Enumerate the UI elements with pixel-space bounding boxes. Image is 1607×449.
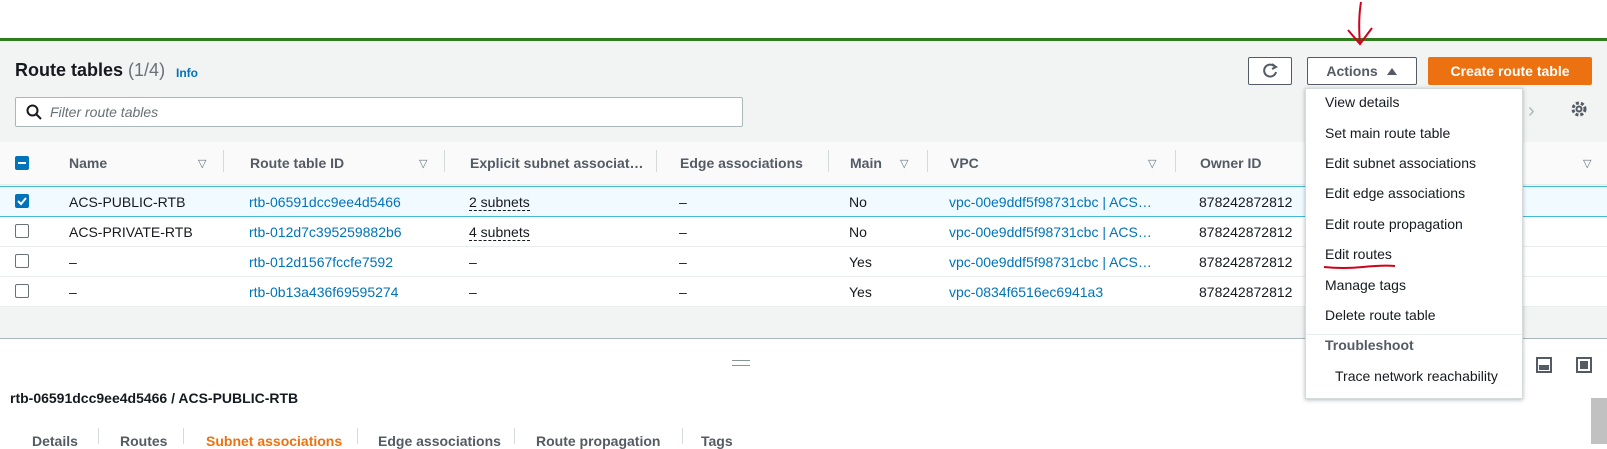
menu-item-delete-route-table[interactable]: Delete route table xyxy=(1325,307,1436,323)
menu-item-set-main-route-table[interactable]: Set main route table xyxy=(1325,125,1450,141)
gear-icon[interactable] xyxy=(1570,100,1588,118)
cell-edge: – xyxy=(679,284,687,300)
tab-divider xyxy=(183,428,184,444)
column-divider xyxy=(656,150,657,172)
cell-vpc[interactable]: vpc-0834f6516ec6941a3 xyxy=(949,284,1103,300)
cell-subnets: – xyxy=(469,254,477,270)
page-title: Route tables (1/4) xyxy=(15,60,165,81)
refresh-icon xyxy=(1263,63,1278,78)
filter-route-tables-input[interactable]: Filter route tables xyxy=(15,97,743,127)
scrollbar[interactable] xyxy=(1591,398,1607,444)
cell-subnets: – xyxy=(469,284,477,300)
detail-title: rtb-06591dcc9ee4d5466 / ACS-PUBLIC-RTB xyxy=(10,390,299,406)
caret-up-icon xyxy=(1386,68,1397,75)
tab-divider xyxy=(682,428,683,444)
cell-vpc[interactable]: vpc-00e9ddf5f98731cbc | ACS… xyxy=(949,194,1152,210)
cell-name: – xyxy=(69,284,77,300)
search-icon xyxy=(26,104,42,120)
tab-subnet-associations[interactable]: Subnet associations xyxy=(206,433,342,449)
sort-icon[interactable]: ▽ xyxy=(1148,157,1156,170)
actions-button-label: Actions xyxy=(1326,63,1378,79)
column-header-name[interactable]: Name xyxy=(69,155,107,171)
tab-divider xyxy=(357,428,358,444)
sort-icon[interactable]: ▽ xyxy=(198,157,206,170)
column-header-owner-id[interactable]: Owner ID xyxy=(1200,155,1261,171)
menu-item-edit-route-propagation[interactable]: Edit route propagation xyxy=(1325,216,1463,232)
annotation-underline xyxy=(1323,264,1396,269)
column-header-explicit-subnet[interactable]: Explicit subnet associat… xyxy=(470,155,644,171)
menu-item-edit-subnet-associations[interactable]: Edit subnet associations xyxy=(1325,155,1476,171)
tab-tags[interactable]: Tags xyxy=(701,433,733,449)
cell-owner: 878242872812 xyxy=(1199,254,1293,270)
page-title-text: Route tables xyxy=(15,60,124,80)
row-checkbox[interactable] xyxy=(15,254,29,268)
split-full-icon[interactable] xyxy=(1576,357,1592,373)
column-divider xyxy=(828,150,829,172)
cell-edge: – xyxy=(679,254,687,270)
menu-item-trace-network-reachability[interactable]: Trace network reachability xyxy=(1335,368,1498,384)
cell-route-table-id[interactable]: rtb-012d1567fccfe7592 xyxy=(249,254,393,270)
menu-item-edit-routes[interactable]: Edit routes xyxy=(1325,246,1392,262)
tab-routes[interactable]: Routes xyxy=(120,433,167,449)
cell-main: No xyxy=(849,224,867,240)
menu-item-edit-edge-associations[interactable]: Edit edge associations xyxy=(1325,185,1465,201)
cell-vpc[interactable]: vpc-00e9ddf5f98731cbc | ACS… xyxy=(949,254,1152,270)
tab-route-propagation[interactable]: Route propagation xyxy=(536,433,660,449)
cell-route-table-id[interactable]: rtb-06591dcc9ee4d5466 xyxy=(249,194,401,210)
cell-subnets[interactable]: 2 subnets xyxy=(469,194,530,211)
cell-edge: – xyxy=(679,194,687,210)
cell-owner: 878242872812 xyxy=(1199,284,1293,300)
resize-handle[interactable] xyxy=(732,360,750,366)
menu-group-troubleshoot: Troubleshoot xyxy=(1325,337,1414,353)
menu-item-view-details[interactable]: View details xyxy=(1325,94,1399,110)
create-route-table-button[interactable]: Create route table xyxy=(1428,57,1592,85)
column-divider xyxy=(444,150,445,172)
cell-subnets[interactable]: 4 subnets xyxy=(469,224,530,241)
column-divider xyxy=(223,150,224,172)
row-checkbox[interactable] xyxy=(15,284,29,298)
annotation-arrow xyxy=(1347,1,1373,46)
row-checkbox[interactable] xyxy=(15,224,29,238)
tab-details[interactable]: Details xyxy=(32,433,78,449)
actions-button[interactable]: Actions xyxy=(1307,57,1417,85)
column-header-edge-associations[interactable]: Edge associations xyxy=(680,155,803,171)
cell-route-table-id[interactable]: rtb-0b13a436f69595274 xyxy=(249,284,398,300)
info-link[interactable]: Info xyxy=(176,66,198,80)
sort-icon[interactable]: ▽ xyxy=(1583,157,1591,170)
column-header-route-table-id[interactable]: Route table ID xyxy=(250,155,344,171)
cell-name: ACS-PRIVATE-RTB xyxy=(69,224,193,240)
row-checkbox[interactable] xyxy=(15,194,29,208)
actions-menu: View details Set main route table Edit s… xyxy=(1305,88,1523,399)
cell-main: No xyxy=(849,194,867,210)
cell-name: – xyxy=(69,254,77,270)
cell-vpc[interactable]: vpc-00e9ddf5f98731cbc | ACS… xyxy=(949,224,1152,240)
column-header-main[interactable]: Main xyxy=(850,155,882,171)
split-bottom-icon[interactable] xyxy=(1536,357,1552,373)
cell-name: ACS-PUBLIC-RTB xyxy=(69,194,186,210)
cell-owner: 878242872812 xyxy=(1199,224,1293,240)
column-divider xyxy=(1175,150,1176,172)
column-header-vpc[interactable]: VPC xyxy=(950,155,979,171)
cell-main: Yes xyxy=(849,254,872,270)
menu-divider xyxy=(1306,334,1522,335)
tab-edge-associations[interactable]: Edge associations xyxy=(378,433,501,449)
tab-divider xyxy=(514,428,515,444)
cell-edge: – xyxy=(679,224,687,240)
cell-owner: 878242872812 xyxy=(1199,194,1293,210)
selection-count: (1/4) xyxy=(128,60,166,80)
tab-divider xyxy=(98,428,99,444)
next-page-icon[interactable]: › xyxy=(1528,100,1535,123)
sort-icon[interactable]: ▽ xyxy=(900,157,908,170)
sort-icon[interactable]: ▽ xyxy=(419,157,427,170)
menu-item-manage-tags[interactable]: Manage tags xyxy=(1325,277,1406,293)
cell-main: Yes xyxy=(849,284,872,300)
column-divider xyxy=(927,150,928,172)
cell-route-table-id[interactable]: rtb-012d7c395259882b6 xyxy=(249,224,402,240)
refresh-button[interactable] xyxy=(1248,57,1292,85)
filter-placeholder: Filter route tables xyxy=(50,104,159,120)
select-all-checkbox[interactable] xyxy=(15,156,29,170)
